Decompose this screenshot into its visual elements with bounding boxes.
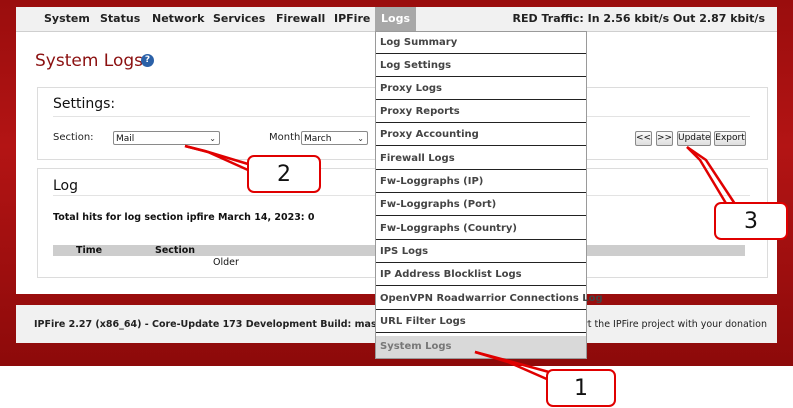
arrow-to-section-select-2: [184, 144, 249, 172]
arrow-to-update-button: [686, 146, 729, 206]
annotation-arrows: [184, 144, 737, 382]
callout-2: 2: [247, 155, 321, 193]
callout-3: 3: [714, 202, 788, 240]
arrow-to-system-logs-2: [474, 350, 550, 382]
callout-1: 1: [546, 369, 616, 407]
